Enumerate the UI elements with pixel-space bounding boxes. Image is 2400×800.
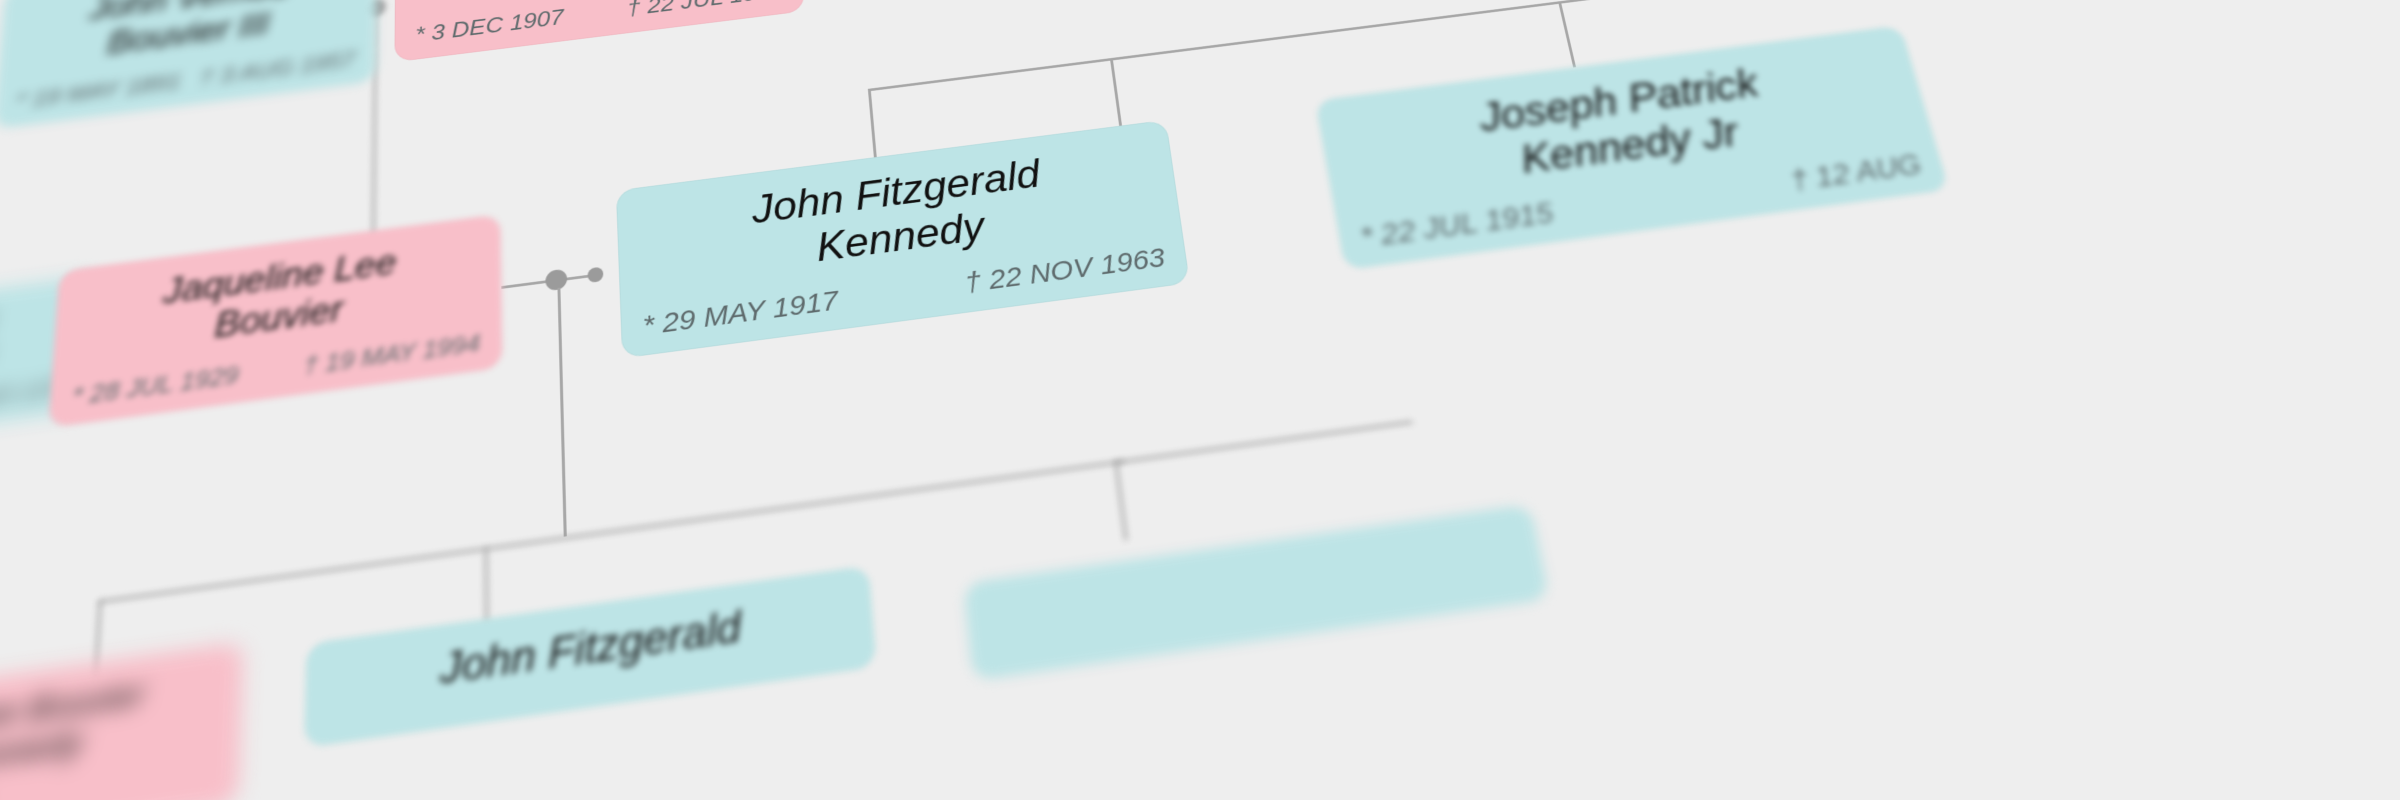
- marriage-dot: [545, 269, 567, 292]
- person-joseph-kennedy-jr[interactable]: Joseph Patrick Kennedy Jr * 22 JUL 1915 …: [1315, 26, 1949, 270]
- connector: [1110, 58, 1122, 126]
- death-date: † 3 AUG 1957: [199, 47, 355, 92]
- family-tree-canvas[interactable]: John Vernou Bouvier III * 19 MAY 1891 † …: [0, 0, 2400, 800]
- person-janet-norton-lee[interactable]: Janet Norton Lee * 3 DEC 1907 † 22 JUL 1…: [394, 0, 805, 63]
- connector: [868, 89, 877, 158]
- connector: [557, 288, 566, 537]
- death-date: † 22 JUL 1989: [627, 0, 784, 22]
- connector: [372, 49, 377, 239]
- death-date: [215, 762, 216, 793]
- death-date: † 19 MAY 1994: [303, 329, 480, 381]
- birth-date: * 22 JUL 1915: [1358, 196, 1556, 254]
- person-caroline-kennedy[interactable]: Caroline Bouvier Kennedy * 27 NOV 1957: [0, 642, 243, 800]
- connector: [484, 547, 488, 629]
- person-john-vernou-bouvier[interactable]: John Vernou Bouvier III * 19 MAY 1891 † …: [0, 0, 377, 129]
- connector: [1114, 420, 1412, 464]
- death-date: † 22 NOV 1963: [963, 243, 1167, 300]
- birth-date: * 19 MAY 1891: [15, 68, 182, 115]
- person-john-f-kennedy[interactable]: John Fitzgerald Kennedy * 29 MAY 1917 † …: [616, 120, 1190, 359]
- birth-date: * 28 JUL 1929: [72, 361, 240, 412]
- death-date: † 12 AUG: [1787, 148, 1925, 197]
- person-john-f-kennedy-jr[interactable]: John Fitzgerald: [304, 566, 876, 748]
- person-jaqueline-bouvier[interactable]: Jaqueline Lee Bouvier * 28 JUL 1929 † 19…: [48, 214, 502, 428]
- marriage-dot: [587, 267, 603, 284]
- birth-date: * 3 DEC 1907: [415, 4, 564, 48]
- connector: [1558, 1, 1576, 67]
- birth-date: * 29 MAY 1917: [642, 285, 839, 342]
- connector: [1114, 461, 1127, 541]
- connector: [98, 460, 1124, 604]
- person-partial-bottom-right[interactable]: [963, 504, 1549, 680]
